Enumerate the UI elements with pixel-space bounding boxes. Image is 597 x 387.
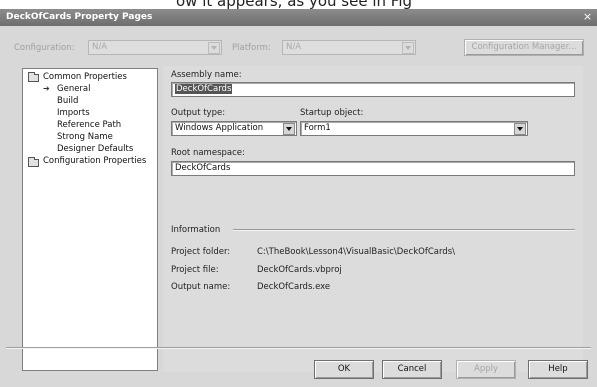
- tree-item-designer-defaults[interactable]: Designer Defaults: [57, 143, 133, 155]
- tree-item-strong-name[interactable]: Strong Name: [57, 131, 113, 143]
- assembly-name-label: Assembly name:: [171, 70, 242, 80]
- configuration-value: N/A: [92, 42, 108, 52]
- project-file-value: DeckOfCards.vbproj: [257, 265, 342, 275]
- startup-object-select[interactable]: Form1: [300, 121, 528, 136]
- footer-divider: [6, 347, 591, 349]
- help-button[interactable]: Help: [528, 360, 588, 379]
- information-heading: Information: [171, 225, 221, 235]
- information-divider: [233, 229, 575, 231]
- startup-object-label: Startup object:: [300, 108, 364, 118]
- property-tree: Common Properties ➔ General Build Import…: [22, 68, 158, 371]
- project-folder-value: C:\TheBook\Lesson4\VisualBasic\DeckOfCar…: [257, 247, 455, 257]
- title-bar: DeckOfCards Property Pages ×: [0, 9, 597, 26]
- close-icon[interactable]: ×: [581, 10, 594, 23]
- project-file-label: Project file:: [171, 265, 219, 275]
- configuration-label: Configuration:: [14, 43, 75, 53]
- arrow-right-icon: ➔: [43, 84, 50, 93]
- output-name-value: DeckOfCards.exe: [257, 282, 331, 292]
- tree-item-imports[interactable]: Imports: [57, 107, 90, 119]
- tree-item-general[interactable]: General: [57, 83, 91, 95]
- configuration-manager-button[interactable]: Configuration Manager...: [464, 39, 584, 56]
- tree-item-reference-path[interactable]: Reference Path: [57, 119, 121, 131]
- output-type-label: Output type:: [171, 108, 226, 118]
- output-name-label: Output name:: [171, 282, 231, 292]
- output-type-select[interactable]: Windows Application: [171, 121, 297, 136]
- apply-button[interactable]: Apply: [456, 360, 516, 379]
- ok-button[interactable]: OK: [314, 360, 374, 379]
- root-namespace-label: Root namespace:: [171, 148, 245, 158]
- background-text-fragment: ow it appears, as you see in Fig: [176, 0, 413, 9]
- project-folder-label: Project folder:: [171, 247, 231, 257]
- root-namespace-value: DeckOfCards: [175, 163, 231, 173]
- platform-combo[interactable]: N/A: [282, 40, 416, 55]
- platform-label: Platform:: [232, 43, 271, 53]
- background-text: ow it appears, as you see in Fig: [0, 0, 597, 9]
- startup-object-value: Form1: [304, 123, 331, 133]
- tree-item-common-properties[interactable]: Common Properties: [43, 71, 127, 83]
- chevron-down-icon[interactable]: [208, 42, 220, 54]
- platform-value: N/A: [286, 42, 302, 52]
- configuration-combo[interactable]: N/A: [88, 40, 222, 55]
- root-namespace-field[interactable]: DeckOfCards: [171, 161, 575, 176]
- tree-item-build[interactable]: Build: [57, 95, 78, 107]
- assembly-name-value: DeckOfCards: [175, 84, 233, 94]
- tree-item-configuration-properties[interactable]: Configuration Properties: [43, 155, 146, 167]
- folder-icon: [28, 72, 39, 82]
- folder-icon: [28, 157, 39, 167]
- window-title: DeckOfCards Property Pages: [6, 12, 153, 22]
- chevron-down-icon[interactable]: [283, 123, 295, 135]
- output-type-value: Windows Application: [175, 123, 264, 133]
- chevron-down-icon[interactable]: [514, 123, 526, 135]
- property-pages-dialog: Configuration: N/A Platform: N/A Configu…: [0, 26, 597, 387]
- general-settings-pane: Assembly name: DeckOfCards Output type: …: [163, 66, 583, 372]
- chevron-down-icon[interactable]: [402, 42, 414, 54]
- assembly-name-field[interactable]: DeckOfCards: [171, 82, 575, 97]
- cancel-button[interactable]: Cancel: [382, 360, 442, 379]
